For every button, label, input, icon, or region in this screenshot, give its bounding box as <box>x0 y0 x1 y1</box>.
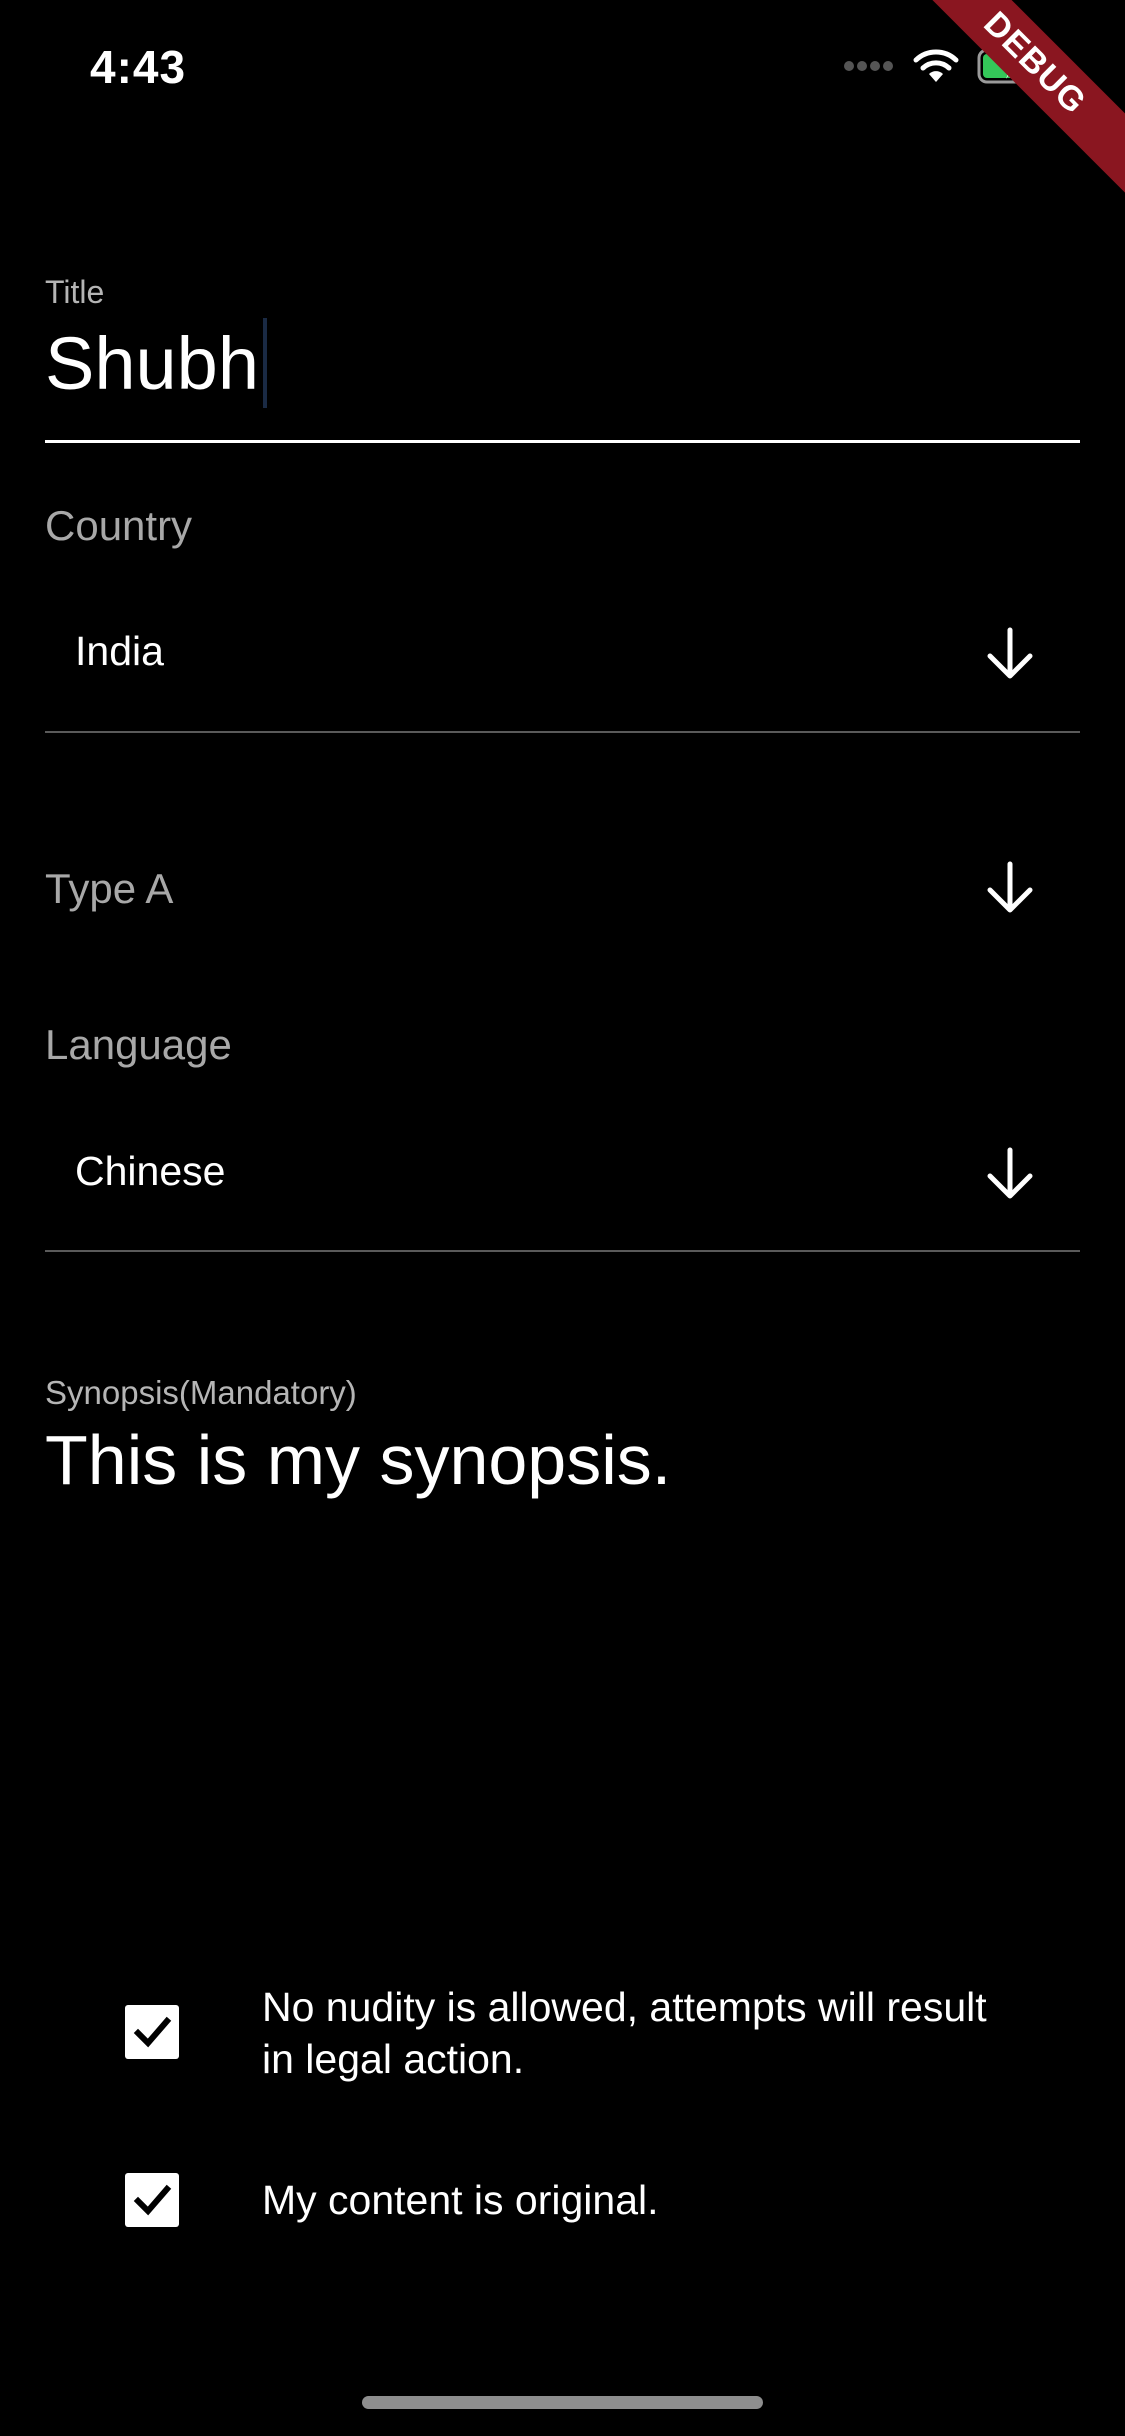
synopsis-input[interactable]: This is my synopsis. <box>45 1420 671 1500</box>
title-input-underline <box>45 440 1080 443</box>
language-dropdown[interactable]: Chinese <box>45 1120 1080 1230</box>
title-field-label: Title <box>45 274 105 310</box>
type-field-label: Type A <box>45 865 174 912</box>
nudity-agreement-checkbox[interactable] <box>125 2005 179 2059</box>
type-dropdown[interactable]: Type A <box>45 840 1080 940</box>
checkbox-box[interactable] <box>125 2005 179 2059</box>
chevron-down-icon <box>982 860 1038 921</box>
country-dropdown[interactable]: India <box>45 600 1080 710</box>
language-underline <box>45 1250 1080 1252</box>
chevron-down-icon <box>982 626 1038 687</box>
country-underline <box>45 731 1080 733</box>
wifi-icon <box>913 48 959 89</box>
nudity-agreement-label: No nudity is allowed, attempts will resu… <box>262 1984 987 2082</box>
synopsis-field-label: Synopsis(Mandatory) <box>45 1374 357 1411</box>
title-input[interactable]: Shubh <box>45 318 267 408</box>
checkmark-icon <box>133 2016 172 2048</box>
status-time: 4:43 <box>90 41 187 93</box>
text-caret <box>262 318 267 408</box>
country-field-label: Country <box>45 502 193 549</box>
debug-banner: DEBUG <box>866 0 1125 232</box>
checkmark-icon <box>133 2184 172 2216</box>
home-indicator[interactable] <box>362 2396 763 2409</box>
checkbox-box[interactable] <box>125 2173 179 2227</box>
original-content-label: My content is original. <box>262 2177 659 2223</box>
language-selected-value: Chinese <box>75 1148 226 1194</box>
signal-dots-icon <box>843 59 895 77</box>
title-input-value[interactable]: Shubh <box>45 321 259 406</box>
language-field-label: Language <box>45 1021 232 1068</box>
country-selected-value: India <box>75 628 164 674</box>
original-content-checkbox[interactable] <box>125 2173 179 2227</box>
chevron-down-icon <box>982 1146 1038 1207</box>
